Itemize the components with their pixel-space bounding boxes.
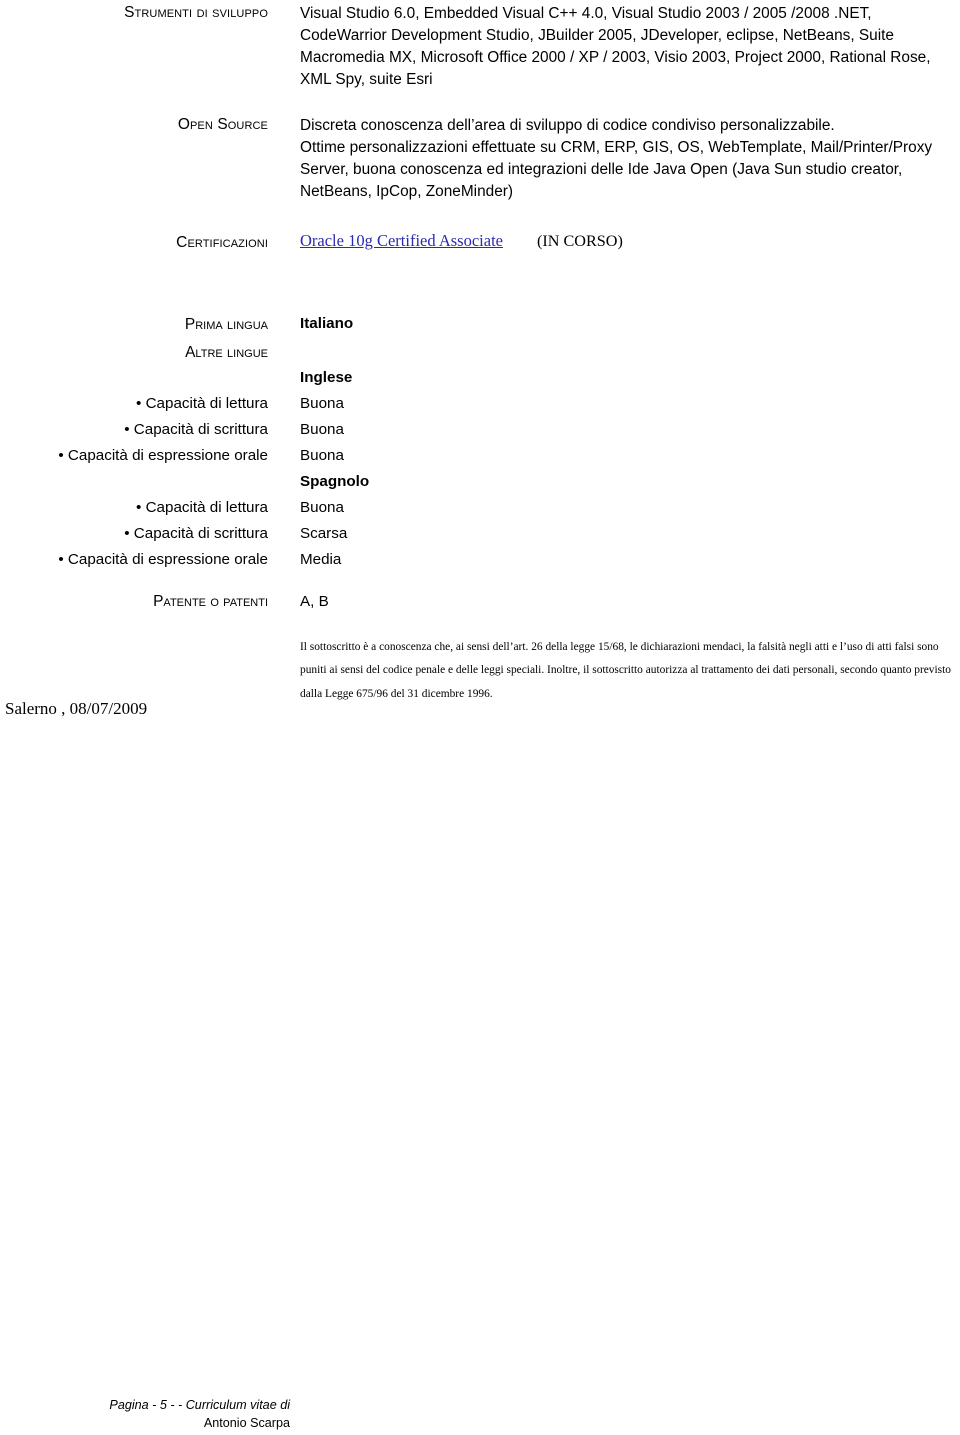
- footer-line-1: Pagina - 5 - - Curriculum vitae di: [109, 1398, 290, 1412]
- place-and-date: Salerno , 08/07/2009: [5, 699, 148, 718]
- language-name-inglese: Inglese: [300, 369, 353, 386]
- skill-label-inglese-orale: • Capacità di espressione orale: [58, 447, 268, 464]
- certification-entry: Oracle 10g Certified Associate (IN CORSO): [300, 231, 623, 250]
- open-source-line-4: NetBeans, IpCop, ZoneMinder): [300, 182, 514, 200]
- section-label-dev-tools: Strumenti di sviluppo: [124, 4, 268, 21]
- skill-value-spagnolo-scrittura: Scarsa: [300, 525, 348, 542]
- section-label-open-source: Open Source: [177, 116, 268, 133]
- section-content-dev-tools: Visual Studio 6.0, Embedded Visual C++ 4…: [300, 3, 958, 91]
- label-patente: Patente o patenti: [153, 593, 268, 610]
- skill-label-spagnolo-lettura: • Capacità di lettura: [136, 499, 268, 516]
- cv-page: Strumenti di sviluppo Visual Studio 6.0,…: [0, 0, 960, 1435]
- skill-value-inglese-scrittura: Buona: [300, 421, 344, 438]
- dev-tools-line-4: XML Spy, suite Esri: [300, 70, 433, 88]
- skill-label-inglese-lettura: • Capacità di lettura: [136, 395, 268, 412]
- language-name-spagnolo: Spagnolo: [300, 473, 370, 490]
- open-source-line-1: Discreta conoscenza dell’area di svilupp…: [300, 117, 835, 134]
- open-source-line-3: Server, buona conoscenza ed integrazioni…: [300, 160, 903, 178]
- dev-tools-line-3: Macromedia MX, Microsoft Office 2000 / X…: [300, 48, 931, 66]
- skill-value-inglese-orale: Buona: [300, 447, 344, 464]
- dev-tools-line-2: CodeWarrior Development Studio, JBuilder…: [300, 26, 894, 44]
- label-prima-lingua: Prima lingua: [184, 316, 268, 333]
- certification-link[interactable]: Oracle 10g Certified Associate: [300, 231, 503, 250]
- declaration-text: Il sottoscritto è a conoscenza che, ai s…: [300, 641, 951, 700]
- skill-label-inglese-scrittura: • Capacità di scrittura: [124, 421, 268, 438]
- skill-value-inglese-lettura: Buona: [300, 395, 344, 412]
- open-source-line-2: Ottime personalizzazioni effettuate su C…: [300, 138, 933, 156]
- dev-tools-line-1: Visual Studio 6.0, Embedded Visual C++ 4…: [300, 5, 872, 22]
- page-footer: Pagina - 5 - - Curriculum vitae di Anton…: [0, 1396, 290, 1433]
- label-altre-lingue: Altre lingue: [185, 344, 268, 361]
- section-content-open-source: Discreta conoscenza dell’area di svilupp…: [300, 115, 958, 203]
- value-prima-lingua: Italiano: [300, 315, 354, 332]
- skill-value-spagnolo-orale: Media: [300, 551, 342, 568]
- skill-value-spagnolo-lettura: Buona: [300, 499, 344, 516]
- certification-status: (IN CORSO): [536, 232, 623, 250]
- skill-label-spagnolo-orale: • Capacità di espressione orale: [58, 551, 268, 568]
- skill-label-spagnolo-scrittura: • Capacità di scrittura: [124, 525, 268, 542]
- value-patente: A, B: [300, 593, 329, 610]
- section-label-certifications: Certificazioni: [176, 234, 268, 251]
- footer-line-2: Antonio Scarpa: [203, 1416, 290, 1431]
